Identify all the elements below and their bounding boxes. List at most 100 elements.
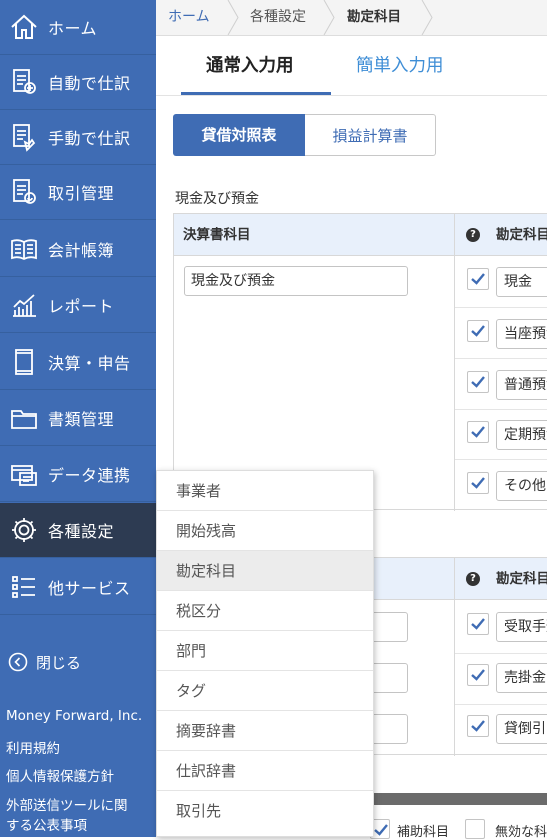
- cash-accounts-table: 決算書科目 ? 勘定科目 現金及び預金 現金 当座預金 普通預金 定期預金 その…: [173, 213, 547, 511]
- sidebar-item-label: 書類管理: [48, 410, 115, 429]
- account-field[interactable]: 普通預金: [496, 370, 547, 400]
- invalid-account-label: 無効な科目: [495, 825, 547, 840]
- sidebar-item-settings[interactable]: 各種設定: [0, 503, 156, 558]
- help-icon[interactable]: ?: [466, 228, 480, 242]
- sidebar-item-label: ホーム: [48, 19, 98, 38]
- section-title-cash: 現金及び預金: [175, 191, 259, 207]
- account-field[interactable]: 当座預金: [496, 319, 547, 349]
- sidebar-item-label: データ連携: [48, 466, 131, 485]
- balance-sheet-toggle-button[interactable]: 貸借対照表: [173, 114, 305, 156]
- home-icon: [0, 0, 48, 55]
- sidebar-item-data-link[interactable]: データ連携: [0, 447, 156, 502]
- account-checkbox[interactable]: [467, 715, 489, 737]
- company-name: Money Forward, Inc.: [6, 708, 143, 724]
- account-field[interactable]: 現金: [496, 267, 547, 297]
- sidebar-item-manual-journal[interactable]: 手動で仕訳: [0, 110, 156, 165]
- row-divider: [455, 704, 547, 705]
- terms-link[interactable]: 利用規約: [6, 739, 60, 759]
- sidebar-item-label: 決算・申告: [48, 354, 131, 373]
- submenu-item-business[interactable]: 事業者: [157, 471, 373, 511]
- report-chart-icon: [0, 278, 48, 333]
- column-header-account: 勘定科目: [496, 571, 547, 587]
- account-checkbox[interactable]: [467, 472, 489, 494]
- settlement-icon: [0, 335, 48, 390]
- account-checkbox[interactable]: [467, 371, 489, 393]
- sidebar-item-label: 会計帳簿: [48, 241, 115, 260]
- manual-journal-icon: [0, 110, 48, 165]
- help-icon[interactable]: ?: [466, 572, 480, 586]
- submenu-item-description-dictionary[interactable]: 摘要辞書: [157, 711, 373, 751]
- account-checkbox[interactable]: [467, 320, 489, 342]
- transaction-icon: [0, 165, 48, 220]
- submenu-item-partners[interactable]: 取引先: [157, 791, 373, 831]
- sidebar-item-settlement[interactable]: 決算・申告: [0, 335, 156, 390]
- sidebar-item-label: レポート: [48, 297, 115, 316]
- external-tools-link-line1[interactable]: 外部送信ツールに関: [6, 796, 128, 816]
- breadcrumb-settings-link[interactable]: 各種設定: [250, 0, 306, 35]
- row-divider: [455, 459, 547, 460]
- table-header: 決算書科目 ? 勘定科目: [174, 214, 547, 256]
- settings-submenu: 事業者 開始残高 勘定科目 税区分 部門 タグ 摘要辞書 仕訳辞書 取引先: [156, 470, 374, 837]
- breadcrumb-separator-icon: [227, 0, 239, 35]
- column-header-statement-item: 決算書科目: [183, 227, 251, 243]
- breadcrumb-home-link[interactable]: ホーム: [168, 0, 210, 35]
- sidebar-item-report[interactable]: レポート: [0, 278, 156, 333]
- sidebar-item-transactions[interactable]: 取引管理: [0, 165, 156, 220]
- account-field[interactable]: 貸倒引当金: [496, 714, 547, 744]
- privacy-link[interactable]: 個人情報保護方針: [6, 767, 114, 787]
- gear-icon: [0, 503, 48, 558]
- breadcrumb-separator-icon: [421, 0, 433, 35]
- sidebar-item-ledger[interactable]: 会計帳簿: [0, 222, 156, 277]
- account-checkbox[interactable]: [467, 613, 489, 635]
- account-checkbox[interactable]: [467, 664, 489, 686]
- submenu-item-department[interactable]: 部門: [157, 631, 373, 671]
- list-icon: [0, 560, 48, 615]
- tab-simple-input[interactable]: 簡単入力用: [356, 52, 444, 86]
- account-field[interactable]: 売掛金: [496, 663, 547, 693]
- sidebar-item-label: 各種設定: [48, 522, 115, 541]
- sidebar-item-other-services[interactable]: 他サービス: [0, 560, 156, 615]
- submenu-item-accounts[interactable]: 勘定科目: [157, 551, 373, 591]
- account-checkbox[interactable]: [467, 421, 489, 443]
- sidebar-item-label: 手動で仕訳: [48, 129, 131, 148]
- account-field[interactable]: 受取手形: [496, 612, 547, 642]
- account-field[interactable]: その他の預金: [496, 471, 547, 501]
- breadcrumb-current: 勘定科目: [347, 9, 401, 25]
- folder-icon: [0, 391, 48, 446]
- close-label: 閉じる: [36, 653, 82, 672]
- auto-journal-icon: [0, 55, 48, 110]
- tab-divider: [156, 95, 547, 96]
- ledger-book-icon: [0, 222, 48, 277]
- column-divider: [454, 214, 455, 511]
- statement-item-input[interactable]: 現金及び預金: [184, 266, 408, 296]
- breadcrumb-separator-icon: [323, 0, 335, 35]
- row-divider: [455, 307, 547, 308]
- data-link-icon: [0, 447, 48, 502]
- column-divider: [454, 558, 455, 756]
- sidebar-item-auto-journal[interactable]: 自動で仕訳: [0, 55, 156, 110]
- sidebar-item-label: 自動で仕訳: [48, 74, 131, 93]
- submenu-item-tag[interactable]: タグ: [157, 671, 373, 711]
- row-divider: [455, 409, 547, 410]
- submenu-item-opening-balance[interactable]: 開始残高: [157, 511, 373, 551]
- row-divider: [455, 358, 547, 359]
- income-statement-toggle-button[interactable]: 損益計算書: [305, 114, 436, 156]
- account-checkbox[interactable]: [467, 268, 489, 290]
- tab-normal-input[interactable]: 通常入力用: [206, 52, 294, 86]
- column-header-account: 勘定科目: [496, 227, 547, 243]
- sidebar-close-button[interactable]: 閉じる: [0, 644, 156, 680]
- sidebar: ホーム 自動で仕訳 手動で仕訳 取引管理 会計帳簿 レポート 決算・申告 書類管…: [0, 0, 156, 837]
- submenu-item-journal-dictionary[interactable]: 仕訳辞書: [157, 751, 373, 791]
- row-divider: [455, 653, 547, 654]
- chevron-left-circle-icon: [8, 652, 28, 672]
- invalid-account-checkbox[interactable]: [465, 819, 485, 839]
- sidebar-item-label: 取引管理: [48, 184, 115, 203]
- sidebar-item-home[interactable]: ホーム: [0, 0, 156, 55]
- tab-active-indicator: [181, 92, 331, 95]
- account-field[interactable]: 定期預金: [496, 420, 547, 450]
- sidebar-item-documents[interactable]: 書類管理: [0, 391, 156, 446]
- submenu-item-tax-category[interactable]: 税区分: [157, 591, 373, 631]
- external-tools-link-line2[interactable]: する公表事項: [6, 816, 87, 836]
- sidebar-item-label: 他サービス: [48, 579, 131, 598]
- sub-account-label: 補助科目: [397, 825, 450, 840]
